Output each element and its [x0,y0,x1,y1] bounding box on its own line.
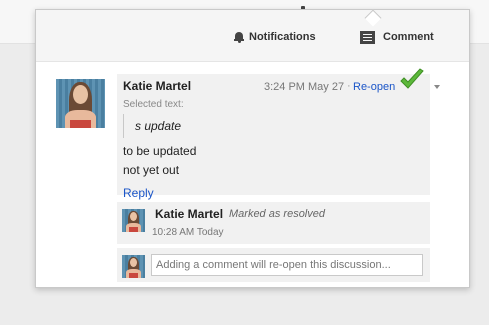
reopen-link[interactable]: Re-open [353,81,395,93]
comment-button[interactable]: Comment [360,29,434,45]
notifications-label: Notifications [249,31,316,43]
comment-timestamp: 3:24 PM May 27 [264,81,345,93]
resolved-status: Marked as resolved [229,208,325,220]
comments-header: Notifications Comment [36,10,469,62]
comment-text-line: not yet out [123,163,180,177]
comment-text-line: to be updated [123,144,197,158]
reply-link[interactable]: Reply [123,186,154,200]
comment-input[interactable] [151,254,423,276]
comment-icon [360,30,375,44]
comments-popup: Notifications Comment Katie Martel 3:24 … [35,9,470,288]
resolved-reply: Katie Martel Marked as resolved 10:28 AM… [117,202,430,244]
timestamp-separator: · [347,80,351,92]
dropdown-arrow-icon[interactable] [432,82,442,92]
avatar [56,79,105,128]
avatar [122,209,145,232]
selected-text-quote: s update [123,114,181,138]
reply-author: Katie Martel [155,207,224,221]
selected-text-label: Selected text: [123,99,184,110]
reply-timestamp: 10:28 AM Today [152,227,224,238]
avatar [122,255,145,278]
comment-thread: Katie Martel 3:24 PM May 27 · Re-open Se… [117,68,430,200]
comment-label: Comment [383,31,434,43]
bell-icon [234,31,244,43]
notifications-button[interactable]: Notifications [234,29,316,45]
checkmark-icon [400,68,424,89]
comment-author: Katie Martel [123,79,192,93]
